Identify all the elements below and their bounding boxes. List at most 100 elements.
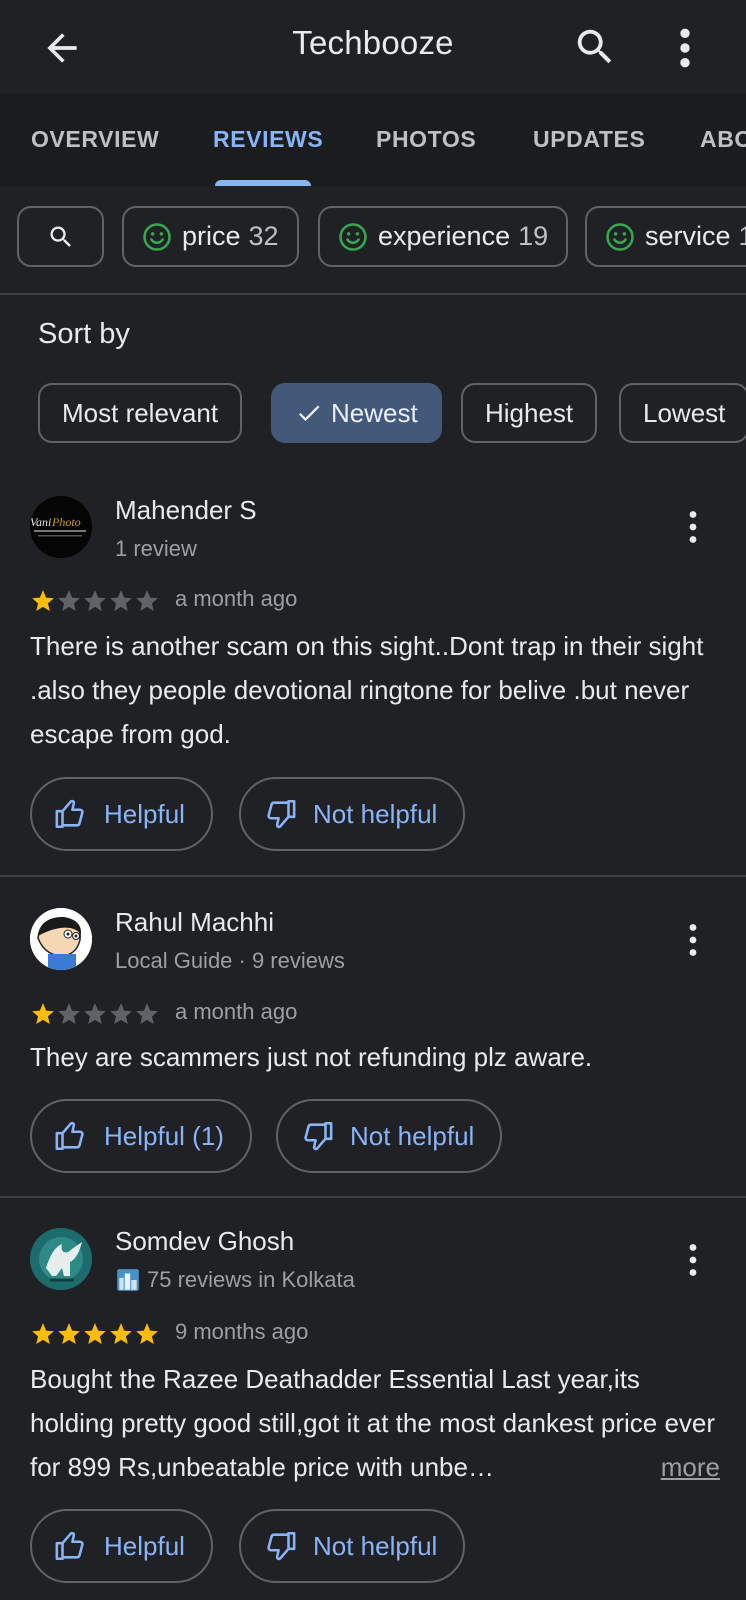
smiley-icon — [143, 222, 171, 251]
star-empty-icon — [58, 590, 80, 611]
star-filled-icon — [32, 1003, 54, 1024]
star-empty-icon — [84, 1003, 106, 1024]
star-rating — [30, 588, 160, 614]
active-tab-indicator — [215, 180, 311, 186]
search-icon — [50, 226, 71, 247]
chip-label: service — [645, 221, 731, 251]
svg-text:Photo: Photo — [51, 515, 81, 529]
review-text: There is another scam on this sight..Don… — [30, 631, 704, 749]
thumb-down-icon — [304, 1121, 333, 1151]
avatar-cartoon-image — [30, 908, 92, 970]
review-text-body: Bought the Razee Deathadder Essential La… — [30, 1364, 716, 1482]
thumb-down-icon — [267, 1531, 296, 1561]
not-helpful-button[interactable]: Not helpful — [239, 777, 466, 851]
review-more-icon[interactable] — [686, 510, 700, 544]
review-text: Bought the Razee Deathadder Essential La… — [30, 1357, 720, 1489]
app-bar: Techbooze — [0, 0, 746, 94]
review-card: Somdev Ghosh 75 reviews in Kolkata 9 mon… — [0, 1213, 746, 1600]
reviewer-name[interactable]: Rahul Machhi — [115, 907, 274, 938]
helpful-label: Helpful — [104, 1530, 185, 1561]
helpful-button[interactable]: Helpful — [30, 1509, 213, 1583]
sort-newest[interactable]: Newest — [271, 383, 442, 443]
divider — [0, 293, 746, 295]
sort-by-title: Sort by — [38, 318, 130, 350]
star-rating — [30, 1001, 160, 1027]
star-filled-icon — [58, 1323, 80, 1344]
star-empty-icon — [136, 1003, 158, 1024]
star-filled-icon — [136, 1323, 158, 1344]
reviewer-name[interactable]: Mahender S — [115, 495, 257, 526]
review-time: 9 months ago — [175, 1319, 309, 1344]
helpful-label: Helpful — [104, 798, 185, 829]
not-helpful-button[interactable]: Not helpful — [276, 1099, 503, 1173]
chip-count: 32 — [248, 221, 279, 251]
divider — [0, 875, 746, 877]
chip-label: experience — [378, 221, 511, 251]
review-card: Rahul Machhi Local Guide · 9 reviews a m… — [0, 893, 746, 1198]
topic-chip-price[interactable]: price 32 — [122, 206, 299, 267]
divider — [0, 1196, 746, 1198]
smiley-icon — [606, 222, 634, 251]
star-empty-icon — [58, 1003, 80, 1024]
page-title: Techbooze — [292, 24, 454, 61]
review-more-icon[interactable] — [686, 923, 700, 957]
star-filled-icon — [110, 1323, 132, 1344]
sort-newest-label: Newest — [331, 397, 418, 428]
topic-chip-service[interactable]: service 1 — [585, 206, 746, 267]
star-empty-icon — [110, 590, 132, 611]
star-filled-icon — [32, 590, 54, 611]
avatar-pegasus-image — [30, 1228, 92, 1290]
topic-chip-experience[interactable]: experience 19 — [318, 206, 569, 267]
sort-most-relevant[interactable]: Most relevant — [38, 383, 243, 443]
star-rating — [30, 1321, 160, 1347]
tab-overview[interactable]: OVERVIEW — [31, 126, 159, 153]
star-filled-icon — [32, 1323, 54, 1344]
review-card: Vani Photo Mahender S 1 review a month a… — [0, 480, 746, 875]
more-vert-icon[interactable] — [670, 26, 700, 70]
reviewer-subtitle: Local Guide · 9 reviews — [115, 948, 345, 973]
thumb-up-icon — [55, 799, 84, 829]
svg-text:Vani: Vani — [30, 515, 51, 529]
avatar[interactable]: Vani Photo — [30, 496, 92, 558]
more-link[interactable]: more — [661, 1445, 720, 1489]
helpful-button[interactable]: Helpful — [30, 777, 213, 851]
topic-chip-row: price 32 experience 19 service 1 — [0, 206, 746, 270]
review-time: a month ago — [175, 999, 298, 1024]
not-helpful-label: Not helpful — [350, 1120, 475, 1151]
tab-photos[interactable]: PHOTOS — [376, 126, 476, 153]
star-empty-icon — [136, 590, 158, 611]
tab-reviews[interactable]: REVIEWS — [213, 126, 323, 153]
sort-highest[interactable]: Highest — [461, 383, 598, 443]
not-helpful-button[interactable]: Not helpful — [239, 1509, 466, 1583]
reviewer-name[interactable]: Somdev Ghosh — [115, 1226, 294, 1257]
not-helpful-label: Not helpful — [313, 1530, 438, 1561]
smiley-icon — [339, 222, 367, 251]
review-text: They are scammers just not refunding plz… — [30, 1042, 593, 1072]
review-more-icon[interactable] — [686, 1243, 700, 1277]
review-search-button[interactable] — [17, 206, 104, 267]
tab-bar: OVERVIEW REVIEWS PHOTOS UPDATES ABO — [0, 94, 746, 186]
star-empty-icon — [110, 1003, 132, 1024]
chip-count: 19 — [518, 221, 549, 251]
helpful-button[interactable]: Helpful (1) — [30, 1099, 252, 1173]
sort-lowest[interactable]: Lowest — [619, 383, 746, 443]
tab-about[interactable]: ABO — [700, 126, 746, 153]
city-icon — [117, 1269, 139, 1291]
star-filled-icon — [84, 1323, 106, 1344]
check-icon — [298, 405, 320, 422]
search-icon[interactable] — [572, 24, 618, 70]
avatar[interactable] — [30, 908, 92, 970]
reviewer-subtitle-row: 75 reviews in Kolkata — [115, 1267, 355, 1293]
reviewer-subtitle: 75 reviews in Kolkata — [147, 1267, 355, 1292]
thumb-up-icon — [55, 1121, 84, 1151]
thumb-up-icon — [55, 1531, 84, 1561]
chip-label: price — [182, 221, 241, 251]
avatar[interactable] — [30, 1228, 92, 1290]
thumb-down-icon — [267, 799, 296, 829]
chip-count: 1 — [739, 221, 746, 252]
star-empty-icon — [84, 590, 106, 611]
review-time: a month ago — [175, 586, 298, 611]
not-helpful-label: Not helpful — [313, 798, 438, 829]
avatar-logo-image: Vani Photo — [30, 496, 92, 558]
tab-updates[interactable]: UPDATES — [533, 126, 645, 153]
